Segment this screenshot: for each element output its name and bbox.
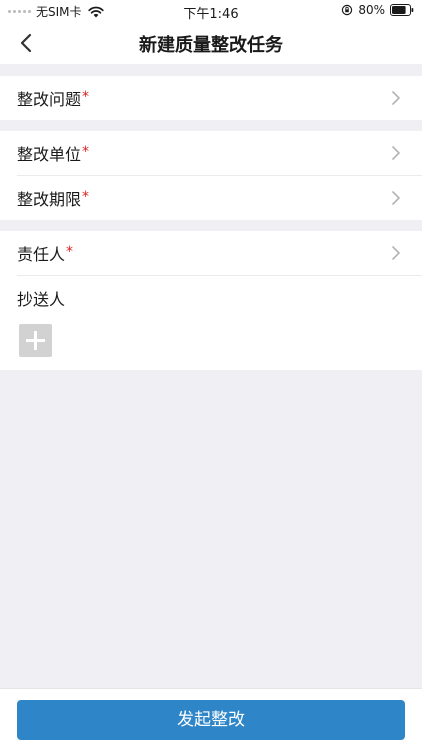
add-cc-button[interactable] [19, 324, 52, 357]
required-asterisk: * [82, 189, 90, 205]
status-right: 80% [341, 3, 414, 17]
row-cc: 抄送人 [0, 276, 422, 320]
required-asterisk: * [66, 244, 74, 260]
chevron-right-icon [392, 191, 400, 205]
row-label: 整改单位* [17, 144, 90, 164]
row-rectification-issue[interactable]: 整改问题* [0, 76, 422, 120]
row-rectification-unit[interactable]: 整改单位* [0, 131, 422, 175]
required-asterisk: * [82, 89, 90, 105]
form-section-unit-deadline: 整改单位* 整改期限* [0, 131, 422, 220]
form-section-people: 责任人* 抄送人 [0, 231, 422, 370]
chevron-right-icon [392, 246, 400, 260]
battery-percentage: 80% [358, 3, 385, 17]
chevron-right-icon [392, 91, 400, 105]
bottom-bar: 发起整改 [0, 688, 422, 751]
row-label: 责任人* [17, 244, 74, 264]
required-asterisk: * [82, 144, 90, 160]
row-label: 整改期限* [17, 189, 90, 209]
form-section-issue: 整改问题* [0, 76, 422, 120]
cc-label: 抄送人 [17, 290, 66, 309]
row-label: 整改问题* [17, 89, 90, 109]
chevron-right-icon [392, 146, 400, 160]
navigation-bar: 新建质量整改任务 [0, 22, 422, 64]
rotation-lock-icon [342, 4, 353, 16]
row-rectification-deadline[interactable]: 整改期限* [0, 176, 422, 220]
submit-rectification-button[interactable]: 发起整改 [17, 700, 405, 740]
row-responsible-person[interactable]: 责任人* [0, 231, 422, 275]
page-title: 新建质量整改任务 [139, 35, 283, 56]
status-bar: 无SIM卡 下午1:46 80% [0, 0, 422, 22]
battery-icon [390, 4, 414, 16]
